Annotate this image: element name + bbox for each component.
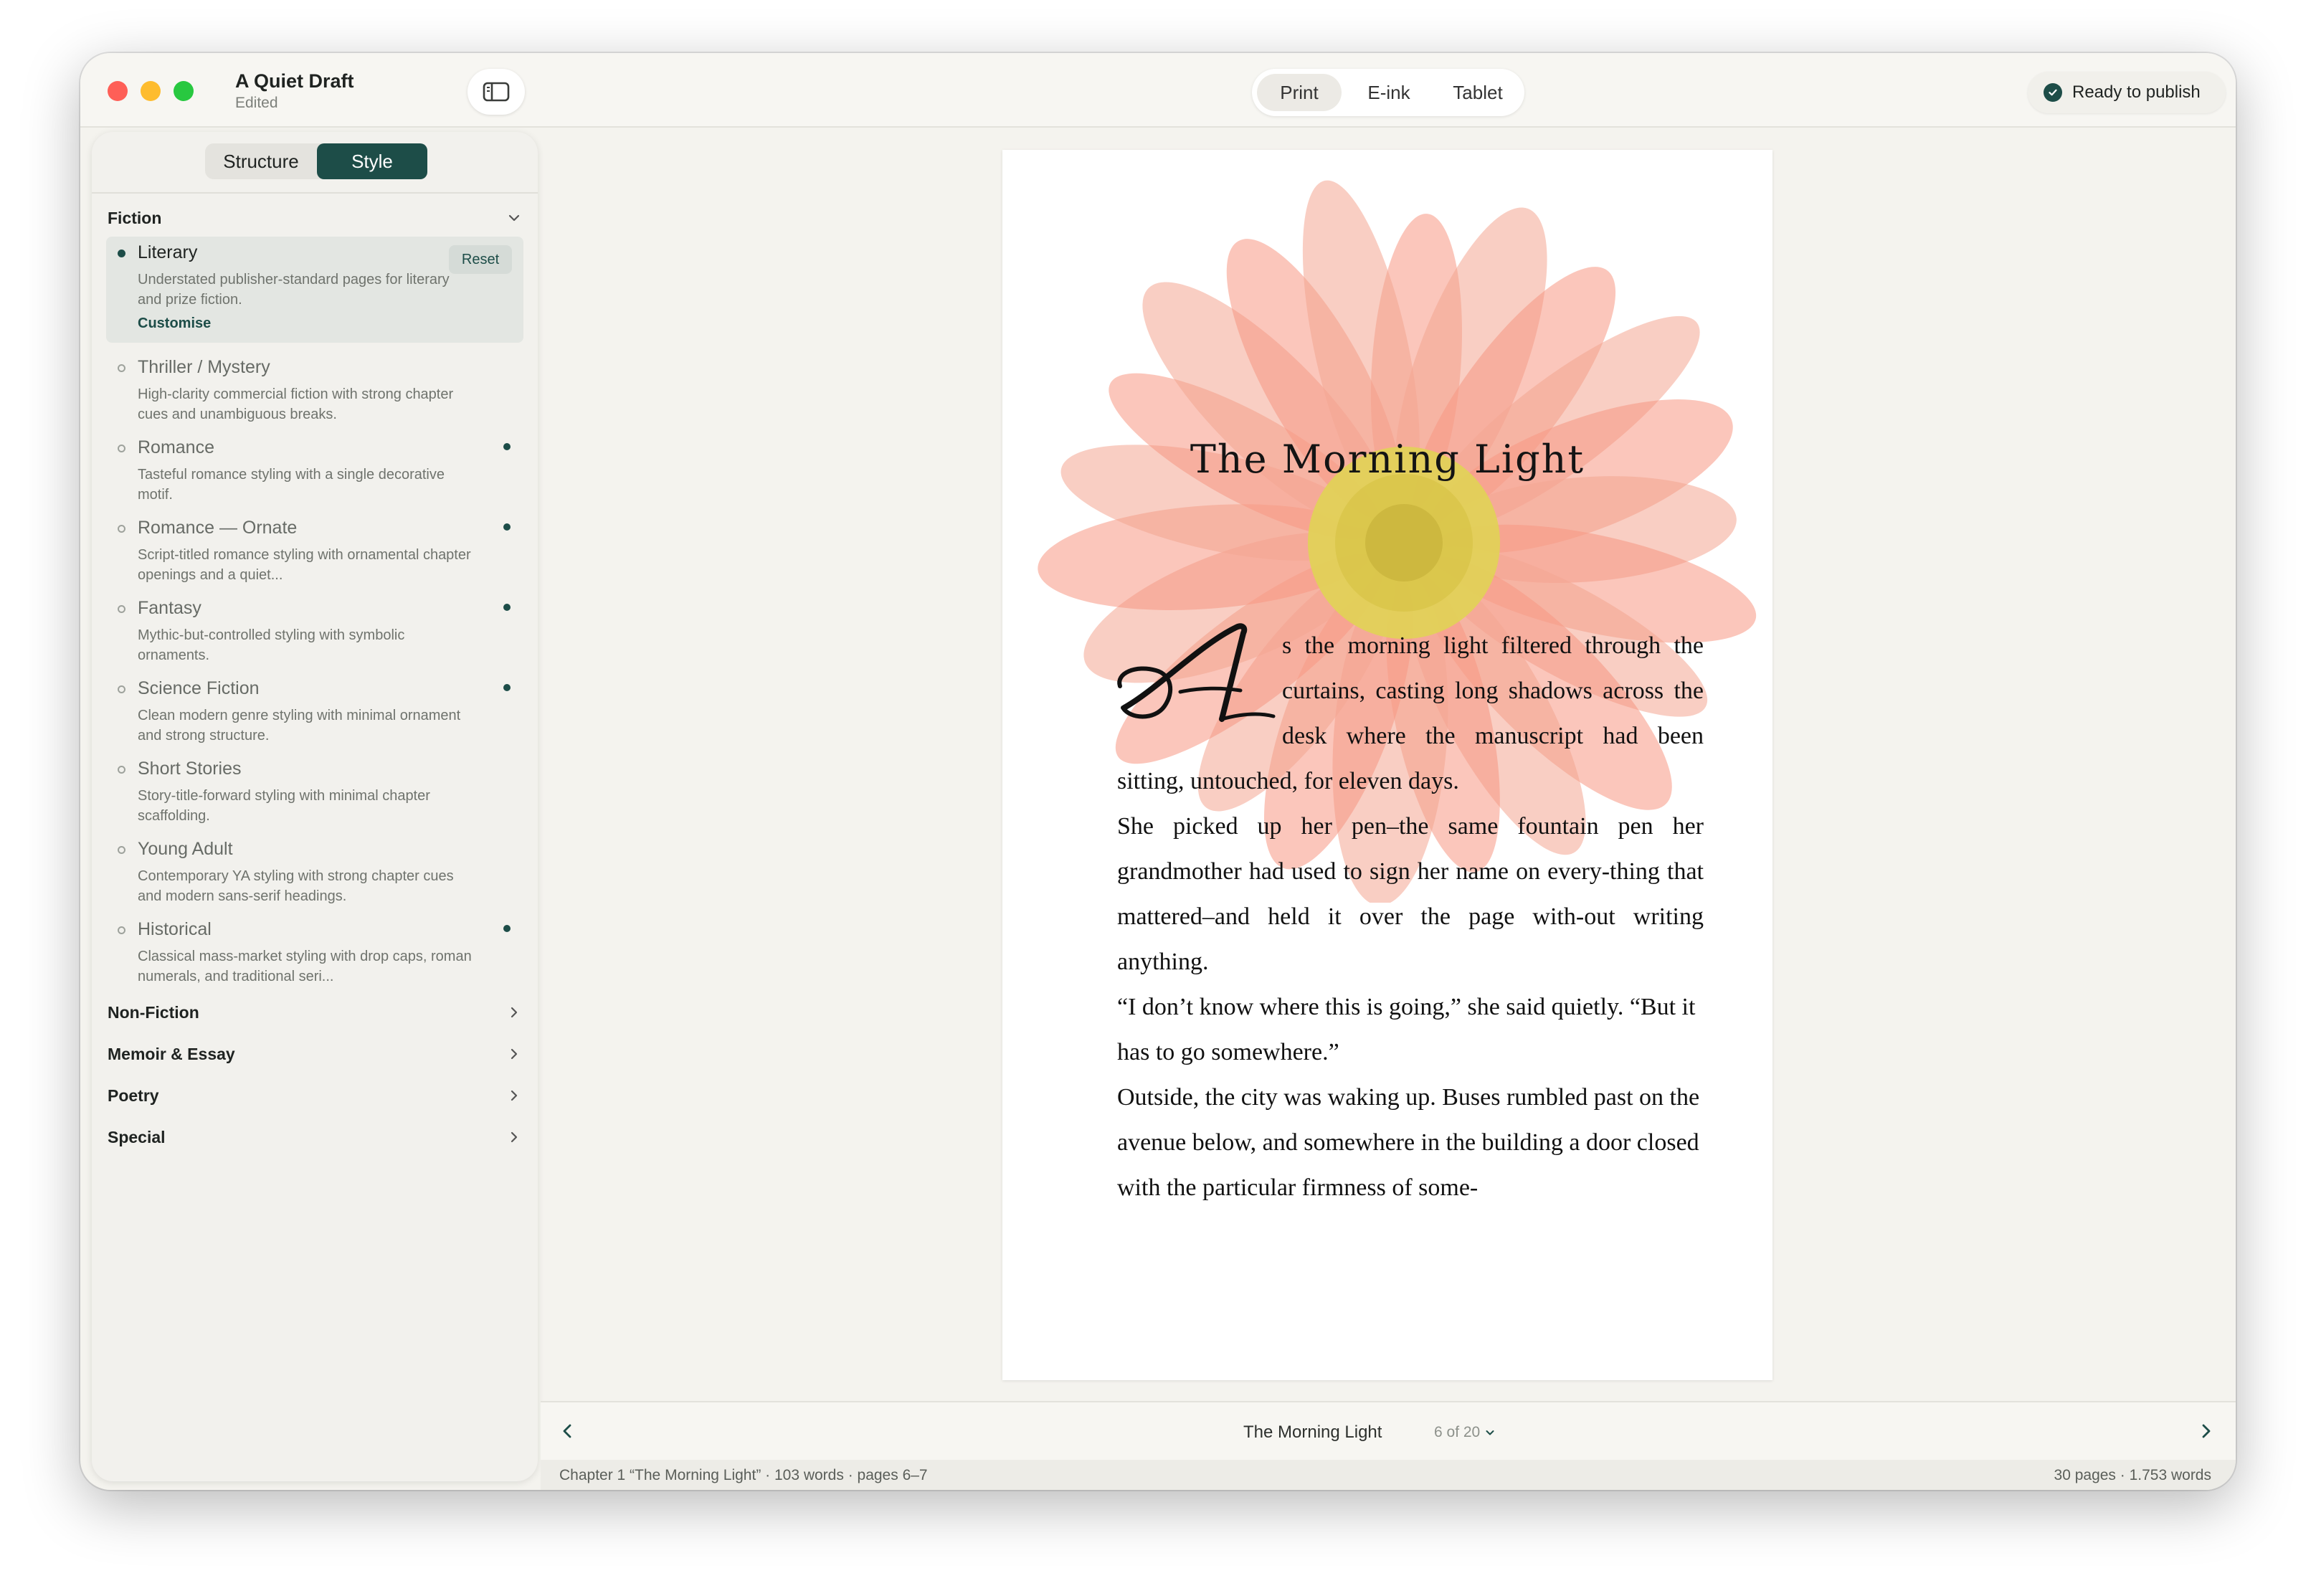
style-item-fantasy[interactable]: Fantasy Mythic-but-controlled styling wi… xyxy=(106,592,523,668)
style-name: Romance — Ornate xyxy=(138,518,298,538)
unselected-bullet xyxy=(118,926,125,934)
unselected-bullet xyxy=(118,605,125,613)
style-item-historical[interactable]: Historical Classical mass-market styling… xyxy=(106,913,523,989)
title-bar: A Quiet Draft Edited Print E-ink Tablet … xyxy=(80,53,2236,128)
reset-button[interactable]: Reset xyxy=(449,245,512,274)
nav-chapter-title: The Morning Light xyxy=(1243,1422,1382,1442)
unselected-bullet xyxy=(118,525,125,533)
style-name: Science Fiction xyxy=(138,678,260,698)
tab-structure[interactable]: Structure xyxy=(205,143,317,179)
category-label: Special xyxy=(108,1127,166,1146)
sidebar-divider xyxy=(92,192,538,194)
category-poetry[interactable]: Poetry xyxy=(108,1081,522,1110)
style-item-romance-ornate[interactable]: Romance — Ornate Script-titled romance s… xyxy=(106,512,523,588)
zoom-window-button[interactable] xyxy=(174,81,194,101)
view-mode-selector: Print E-ink Tablet xyxy=(1252,69,1524,116)
category-fiction[interactable]: Fiction xyxy=(108,204,522,232)
view-mode-print[interactable]: Print xyxy=(1257,74,1342,111)
chapter-status: Chapter 1 “The Morning Light” · 103 word… xyxy=(559,1467,928,1483)
page-navigation-bar: The Morning Light 6 of 20 xyxy=(541,1401,2236,1460)
style-name: Literary xyxy=(138,242,198,262)
style-item-romance[interactable]: Romance Tasteful romance styling with a … xyxy=(106,432,523,508)
style-description: Contemporary YA styling with strong chap… xyxy=(138,868,454,904)
chevron-down-icon xyxy=(508,214,520,222)
app-window: A Quiet Draft Edited Print E-ink Tablet … xyxy=(80,53,2236,1490)
sidebar-toggle-button[interactable] xyxy=(468,69,525,115)
tab-style[interactable]: Style xyxy=(317,143,427,179)
style-item-short-stories[interactable]: Short Stories Story-title-forward stylin… xyxy=(106,753,523,829)
chapter-title: The Morning Light xyxy=(1190,437,1585,482)
style-name: Historical xyxy=(138,919,212,939)
minimize-window-button[interactable] xyxy=(141,81,161,101)
status-dot xyxy=(503,684,511,691)
view-mode-tablet[interactable]: Tablet xyxy=(1436,74,1519,111)
document-status: Edited xyxy=(235,95,278,111)
paragraph: “I don’t know where this is going,” she … xyxy=(1117,994,1696,1065)
page-indicator-dropdown[interactable]: 6 of 20 xyxy=(1434,1424,1496,1441)
chapter-body: s the morning light filtered through the… xyxy=(1117,623,1704,1210)
status-bar: Chapter 1 “The Morning Light” · 103 word… xyxy=(541,1460,2236,1490)
category-label: Fiction xyxy=(108,208,162,227)
category-memoir-essay[interactable]: Memoir & Essay xyxy=(108,1040,522,1068)
chevron-right-icon xyxy=(511,1090,518,1101)
style-item-science-fiction[interactable]: Science Fiction Clean modern genre styli… xyxy=(106,673,523,749)
style-sidebar: Structure Style Fiction Literary Underst… xyxy=(92,132,538,1481)
status-dot xyxy=(503,523,511,531)
publish-status-label: Ready to publish xyxy=(2072,82,2201,102)
chevron-right-icon xyxy=(511,1131,518,1143)
sidebar-icon xyxy=(483,82,510,102)
style-description: Classical mass-market styling with drop … xyxy=(138,949,472,984)
style-name: Short Stories xyxy=(138,759,242,779)
style-item-literary[interactable]: Literary Understated publisher-standard … xyxy=(106,237,523,343)
style-name: Romance xyxy=(138,437,214,457)
paragraph: Outside, the city was waking up. Buses r… xyxy=(1117,1084,1700,1201)
style-description: Script-titled romance styling with ornam… xyxy=(138,547,471,583)
category-label: Poetry xyxy=(108,1086,159,1105)
style-name: Young Adult xyxy=(138,839,233,859)
style-description: Clean modern genre styling with minimal … xyxy=(138,708,461,744)
style-item-thriller-mystery[interactable]: Thriller / Mystery High-clarity commerci… xyxy=(106,351,523,427)
category-label: Memoir & Essay xyxy=(108,1044,235,1063)
status-dot xyxy=(503,925,511,932)
drop-cap-letter xyxy=(1117,623,1276,722)
chevron-right-icon xyxy=(511,1007,518,1018)
unselected-bullet xyxy=(118,364,125,372)
sidebar-tabs: Structure Style xyxy=(205,143,427,179)
unselected-bullet xyxy=(118,766,125,774)
category-non-fiction[interactable]: Non-Fiction xyxy=(108,998,522,1027)
unselected-bullet xyxy=(118,846,125,854)
style-description: Mythic-but-controlled styling with symbo… xyxy=(138,627,405,663)
document-stats: 30 pages · 1.753 words xyxy=(2054,1467,2211,1483)
unselected-bullet xyxy=(118,685,125,693)
customise-link[interactable]: Customise xyxy=(138,315,211,332)
checkmark-circle-icon xyxy=(2044,83,2062,102)
category-label: Non-Fiction xyxy=(108,1002,199,1022)
status-dot xyxy=(503,604,511,611)
chevron-down-icon xyxy=(1486,1430,1494,1435)
document-title: A Quiet Draft xyxy=(235,70,354,92)
style-name: Fantasy xyxy=(138,598,201,618)
publish-status-button[interactable]: Ready to publish xyxy=(2028,72,2226,113)
paragraph: s the morning light filtered through the… xyxy=(1117,623,1704,804)
style-name: Thriller / Mystery xyxy=(138,357,270,377)
category-special[interactable]: Special xyxy=(108,1123,522,1151)
style-description: Tasteful romance styling with a single d… xyxy=(138,467,445,503)
selected-bullet xyxy=(118,250,125,257)
page-indicator: 6 of 20 xyxy=(1434,1424,1481,1440)
page-preview: The Morning Light s the morning light fi… xyxy=(1002,150,1772,1380)
paragraph: She picked up her pen–the same fountain … xyxy=(1117,813,1704,975)
chevron-right-icon xyxy=(511,1048,518,1060)
view-mode-eink[interactable]: E-ink xyxy=(1346,74,1432,111)
unselected-bullet xyxy=(118,445,125,452)
style-description: Story-title-forward styling with minimal… xyxy=(138,788,430,824)
status-dot xyxy=(503,443,511,450)
style-description: Understated publisher-standard pages for… xyxy=(138,272,450,308)
chevron-right-icon[interactable] xyxy=(2196,1421,2216,1441)
style-item-young-adult[interactable]: Young Adult Contemporary YA styling with… xyxy=(106,833,523,909)
style-description: High-clarity commercial fiction with str… xyxy=(138,386,454,422)
close-window-button[interactable] xyxy=(108,81,128,101)
chevron-left-icon[interactable] xyxy=(558,1421,578,1441)
